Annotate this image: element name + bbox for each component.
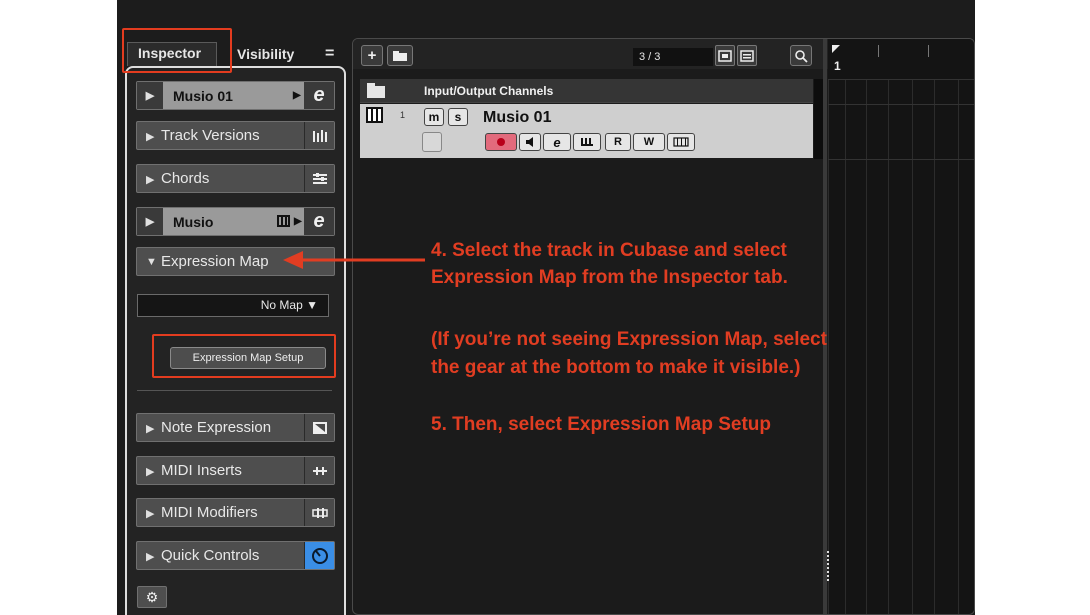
section-quick-controls[interactable]: ▶ Quick Controls [136, 541, 335, 570]
splitter-handle[interactable] [827, 551, 829, 581]
section-note-expression[interactable]: ▶ Note Expression [136, 413, 335, 442]
quick-controls-knob-icon[interactable] [304, 542, 334, 569]
grid-line [828, 104, 974, 105]
tab-inspector[interactable]: Inspector [127, 42, 217, 66]
folder-icon [367, 83, 385, 98]
annotation-step4-line1: 4. Select the track in Cubase and select [431, 240, 787, 261]
read-button[interactable]: R [605, 133, 631, 151]
inspector-track-header[interactable]: ▶ Musio 01 ▶ e [136, 81, 335, 110]
expression-map-setup-button[interactable]: Expression Map Setup [170, 347, 326, 369]
zoom-icon[interactable] [715, 45, 735, 66]
grid-line [828, 79, 974, 80]
annotation-note-line2: the gear at the bottom to make it visibl… [431, 357, 801, 378]
grid-line [828, 159, 974, 160]
note-expression-icon [304, 414, 334, 441]
midi-inserts-icon [304, 457, 334, 484]
divider [137, 390, 332, 391]
ruler-bar-number: 1 [834, 59, 841, 73]
track-number: 1 [400, 110, 406, 120]
piano-icon [277, 214, 291, 232]
expand-triangle-icon: ▶ [146, 174, 155, 186]
track-list: Input/Output Channels 1 m s Musio 01 e R… [360, 79, 827, 159]
expand-triangle-icon: ▶ [146, 508, 155, 520]
expand-triangle-icon: ▶ [146, 466, 155, 478]
chevron-right-icon: ▶ [293, 90, 301, 101]
collapse-triangle-icon: ▼ [146, 256, 157, 268]
expand-triangle-icon: ▶ [146, 551, 155, 563]
track-name: Musio 01 [483, 109, 552, 126]
expand-triangle-icon: ▶ [146, 131, 155, 143]
mute-button[interactable]: m [424, 108, 444, 126]
section-label: Musio [173, 214, 214, 230]
plus-icon[interactable]: + [361, 45, 383, 66]
ruler-tick [878, 45, 879, 57]
piano-icon [366, 107, 383, 123]
arrow-annotation [283, 251, 425, 269]
list-icon[interactable] [737, 45, 757, 66]
write-button[interactable]: W [633, 133, 665, 151]
left-locator-icon [832, 45, 840, 53]
record-enable-button[interactable] [485, 133, 517, 151]
section-label: MIDI Inserts [161, 462, 242, 479]
ruler-tick [928, 45, 929, 57]
chords-icon [304, 165, 334, 192]
section-label: Quick Controls [161, 547, 260, 564]
section-label: Expression Map [161, 253, 269, 270]
play-icon: ▶ [137, 208, 163, 235]
expand-triangle-icon: ▶ [146, 423, 155, 435]
track-header-label: Musio 01 [173, 88, 233, 104]
track-row[interactable]: 1 m s Musio 01 e R W [360, 104, 813, 158]
folder-track-name: Input/Output Channels [424, 84, 554, 98]
section-chords[interactable]: ▶ Chords [136, 164, 335, 193]
folder-track-row[interactable]: Input/Output Channels [360, 79, 813, 103]
section-track-versions[interactable]: ▶ Track Versions [136, 121, 335, 150]
keyboard-icon[interactable] [667, 133, 695, 151]
monitor-icon[interactable] [519, 133, 541, 151]
section-musio[interactable]: ▶ Musio ▶ e [136, 207, 335, 236]
edit-e-icon[interactable]: e [543, 133, 571, 151]
expression-map-select[interactable]: No Map ▼ [137, 294, 329, 317]
annotation-step5: 5. Then, select Expression Map Setup [431, 414, 771, 435]
inspector-menu-button[interactable]: = [325, 44, 334, 64]
section-label: MIDI Modifiers [161, 504, 258, 521]
track-versions-icon [304, 122, 334, 149]
gear-icon[interactable]: ⚙ [137, 586, 167, 608]
edit-e-icon[interactable]: e [304, 208, 334, 235]
section-label: Chords [161, 170, 210, 187]
expression-map-value: No Map [260, 298, 303, 312]
track-counter: 3 / 3 [633, 48, 713, 66]
cubase-window: Inspector Visibility = ▶ Musio 01 ▶ e ▶ … [117, 0, 975, 615]
section-label: Track Versions [161, 127, 260, 144]
section-midi-modifiers[interactable]: ▶ MIDI Modifiers [136, 498, 335, 527]
midi-modifiers-icon [304, 499, 334, 526]
chevron-right-icon: ▶ [294, 216, 302, 227]
ruler-area: 1 [828, 39, 974, 614]
piano-editor-icon[interactable] [573, 133, 601, 151]
inspector-panel: ▶ Musio 01 ▶ e ▶ Track Versions ▶ Chords… [125, 66, 346, 615]
annotation-note-line1: (If you’re not seeing Expression Map, se… [431, 329, 827, 350]
play-icon: ▶ [137, 82, 163, 109]
chevron-down-icon: ▼ [302, 298, 318, 312]
folder-add-icon[interactable] [387, 45, 413, 66]
section-midi-inserts[interactable]: ▶ MIDI Inserts [136, 456, 335, 485]
section-label: Note Expression [161, 419, 272, 436]
solo-button[interactable]: s [448, 108, 468, 126]
edit-e-icon[interactable]: e [304, 82, 334, 109]
search-icon[interactable] [790, 45, 812, 66]
track-color-swatch[interactable] [422, 132, 442, 152]
annotation-step4-line2: Expression Map from the Inspector tab. [431, 267, 788, 288]
tab-visibility[interactable]: Visibility [237, 44, 294, 64]
